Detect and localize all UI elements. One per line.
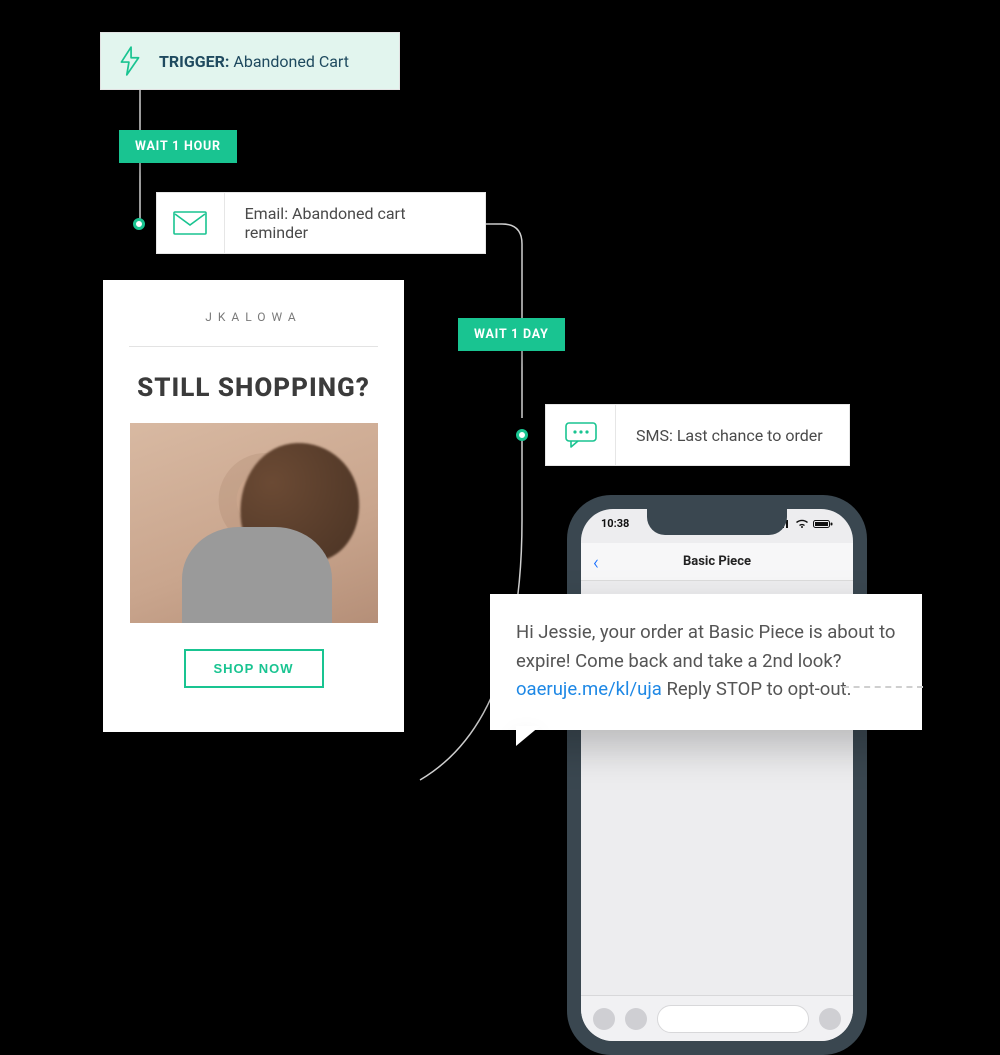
mail-icon xyxy=(157,193,225,253)
sms-step-card[interactable]: SMS: Last chance to order xyxy=(545,404,850,466)
wifi-icon xyxy=(795,519,809,529)
trigger-label-value: Abandoned Cart xyxy=(233,52,349,71)
camera-icon[interactable] xyxy=(593,1008,615,1030)
shop-now-button[interactable]: SHOP NOW xyxy=(184,649,324,688)
email-preview-card: JKALOWA STILL SHOPPING? SHOP NOW xyxy=(103,280,404,732)
sms-preview-card: Hi Jessie, your order at Basic Piece is … xyxy=(490,594,922,730)
sms-body-pre: Hi Jessie, your order at Basic Piece is … xyxy=(516,621,896,672)
flow-node-sms xyxy=(516,429,528,441)
phone-screen: 10:38 ‹ Basic Piece xyxy=(581,509,853,1041)
wait-badge-2[interactable]: WAIT 1 DAY xyxy=(458,318,565,351)
back-icon[interactable]: ‹ xyxy=(593,550,599,574)
email-step-card[interactable]: Email: Abandoned cart reminder xyxy=(156,192,486,254)
battery-icon xyxy=(813,519,833,529)
trigger-label: TRIGGER: Abandoned Cart xyxy=(159,52,349,71)
sms-link[interactable]: oaeruje.me/kl/uja xyxy=(516,678,662,700)
sms-step-label: SMS: Last chance to order xyxy=(616,426,843,445)
trigger-card[interactable]: TRIGGER: Abandoned Cart xyxy=(100,32,400,90)
mic-icon[interactable] xyxy=(819,1008,841,1030)
speech-tail xyxy=(516,726,540,746)
wait-badge-1-label: WAIT 1 HOUR xyxy=(135,139,221,154)
email-brand: JKALOWA xyxy=(205,310,302,324)
phone-title: Basic Piece xyxy=(683,554,751,569)
sms-body-post: Reply STOP to opt-out. xyxy=(662,678,852,700)
phone-notch xyxy=(647,509,787,535)
message-input[interactable] xyxy=(657,1005,809,1033)
phone-header: ‹ Basic Piece xyxy=(581,543,853,581)
sms-icon xyxy=(546,405,616,465)
shop-now-label: SHOP NOW xyxy=(214,661,294,676)
email-step-label: Email: Abandoned cart reminder xyxy=(225,204,485,242)
phone-mockup: 10:38 ‹ Basic Piece xyxy=(567,495,867,1055)
email-headline: STILL SHOPPING? xyxy=(137,373,370,403)
apps-icon[interactable] xyxy=(625,1008,647,1030)
divider xyxy=(129,346,378,347)
email-hero-image xyxy=(130,423,378,623)
trigger-label-prefix: TRIGGER: xyxy=(159,52,229,71)
wait-badge-2-label: WAIT 1 DAY xyxy=(474,327,549,342)
wait-badge-1[interactable]: WAIT 1 HOUR xyxy=(119,130,237,163)
phone-input-bar xyxy=(581,995,853,1041)
flow-node-email xyxy=(133,218,145,230)
lightning-icon xyxy=(101,33,159,89)
phone-time: 10:38 xyxy=(601,517,629,530)
